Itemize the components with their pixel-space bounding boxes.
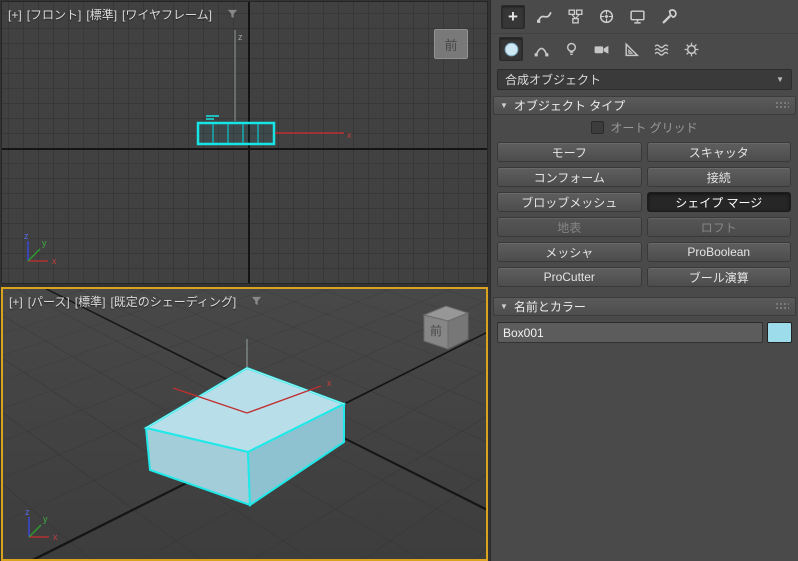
utilities-wrench-icon	[662, 9, 677, 24]
viewport-menu-shading[interactable]: [既定のシェーディング]	[110, 293, 236, 310]
viewport-menu-view[interactable]: [パース]	[28, 293, 70, 310]
category-helpers[interactable]	[619, 37, 643, 61]
autogrid-checkbox[interactable]	[591, 120, 605, 134]
camera-icon	[594, 45, 608, 54]
viewport-menu-plus[interactable]: [+]	[9, 295, 23, 309]
perspective-scene-overlay: x	[143, 339, 347, 507]
tab-motion[interactable]	[594, 5, 618, 29]
gizmo-x-label: x	[327, 378, 332, 388]
hierarchy-icon	[567, 9, 583, 24]
autogrid-label: オート グリッド	[610, 120, 698, 135]
display-monitor-icon	[629, 10, 645, 24]
viewport-menu-shading[interactable]: [ワイヤフレーム]	[122, 6, 212, 23]
viewport-menu-view[interactable]: [フロント]	[27, 6, 82, 23]
button-procutter[interactable]: ProCutter	[497, 267, 642, 287]
object-color-swatch[interactable]	[767, 322, 792, 343]
rollout-title: 名前とカラー	[513, 300, 586, 314]
viewport-menu-plus[interactable]: [+]	[8, 8, 22, 22]
front-axis-tripod: x z y	[24, 231, 57, 266]
3dsmax-window: z x [+] [フロント] [標準] [ワイヤフレーム] 前 x z y x …	[0, 0, 798, 561]
category-shapes[interactable]	[529, 37, 553, 61]
filter-funnel-icon[interactable]	[251, 296, 262, 307]
object-name-input[interactable]	[497, 322, 763, 343]
button-loft: ロフト	[646, 217, 791, 237]
light-bulb-icon	[566, 42, 576, 55]
viewport-menu-standard[interactable]: [標準]	[75, 293, 106, 310]
tab-utilities[interactable]	[656, 5, 680, 29]
space-warps-waves-icon	[654, 43, 668, 56]
gizmo-z-label: z	[238, 32, 243, 42]
tab-display[interactable]	[625, 5, 649, 29]
create-plus-icon: +	[508, 7, 518, 26]
button-conform[interactable]: コンフォーム	[497, 167, 642, 187]
perspective-viewport-menu: [+] [パース] [標準] [既定のシェーディング]	[9, 293, 262, 310]
tripod-y-label: y	[43, 514, 48, 524]
command-panel: + 合成オブジェクト ▼ ▼ オブジェクト タイプ オート グリッド モーフ ス…	[490, 0, 798, 561]
modify-curve-icon	[536, 11, 552, 23]
chevron-down-icon: ▼	[776, 75, 784, 84]
viewport-front[interactable]: z x [+] [フロント] [標準] [ワイヤフレーム] 前 x z y	[1, 1, 488, 284]
tripod-z-label: z	[25, 507, 30, 517]
rollout-title: オブジェクト タイプ	[513, 99, 626, 113]
rollout-grip-icon	[775, 302, 789, 311]
autogrid-row: オート グリッド	[491, 115, 798, 139]
viewcube-face-label: 前	[430, 323, 442, 338]
shapes-spline-icon	[534, 47, 548, 56]
rollout-name-color[interactable]: ▼ 名前とカラー	[493, 297, 796, 316]
rollout-object-type[interactable]: ▼ オブジェクト タイプ	[493, 96, 796, 115]
name-color-row	[491, 316, 798, 349]
front-viewport-menu: [+] [フロント] [標準] [ワイヤフレーム]	[8, 6, 238, 23]
category-space-warps[interactable]	[649, 37, 673, 61]
systems-gear-icon	[684, 42, 698, 56]
helpers-setsquare-icon	[624, 41, 639, 56]
tab-create[interactable]: +	[501, 4, 525, 29]
tripod-z-label: z	[24, 231, 29, 241]
button-connect[interactable]: 接続	[646, 167, 791, 187]
tripod-y-label: y	[42, 238, 47, 248]
geometry-sphere-icon	[504, 42, 518, 56]
viewport-menu-standard[interactable]: [標準]	[86, 6, 117, 23]
object-type-buttons: モーフ スキャッタ コンフォーム 接続 ブロッブメッシュ シェイプ マージ 地表…	[491, 139, 798, 295]
motion-wheel-icon	[599, 9, 613, 24]
front-wireframe-overlay: z x	[196, 30, 352, 146]
create-categories	[491, 34, 798, 64]
button-shapemerge[interactable]: シェイプ マージ	[646, 192, 791, 212]
object-category-dropdown[interactable]: 合成オブジェクト ▼	[497, 69, 792, 90]
category-lights[interactable]	[559, 37, 583, 61]
perspective-axis-tripod: x z y	[25, 507, 58, 542]
viewcube-front[interactable]: 前	[434, 29, 468, 59]
button-blobmesh[interactable]: ブロッブメッシュ	[497, 192, 642, 212]
button-boolean[interactable]: ブール演算	[646, 267, 791, 287]
selected-box-wireframe[interactable]	[196, 115, 276, 146]
viewcube-perspective[interactable]: 前	[415, 297, 477, 355]
tripod-x-label: x	[52, 256, 57, 266]
button-proboolean[interactable]: ProBoolean	[646, 242, 791, 262]
category-geometry[interactable]	[499, 37, 523, 61]
dropdown-value: 合成オブジェクト	[505, 73, 602, 87]
rollout-collapse-icon: ▼	[500, 302, 508, 311]
category-systems[interactable]	[679, 37, 703, 61]
tripod-x-label: x	[53, 532, 58, 542]
rollout-grip-icon	[775, 101, 789, 110]
tab-modify[interactable]	[532, 5, 556, 29]
button-mesher[interactable]: メッシャ	[497, 242, 642, 262]
panel-tabs: +	[491, 0, 798, 34]
tab-hierarchy[interactable]	[563, 5, 587, 29]
filter-funnel-icon[interactable]	[227, 9, 238, 20]
gizmo-x-label: x	[347, 130, 352, 140]
rollout-collapse-icon: ▼	[500, 101, 508, 110]
category-cameras[interactable]	[589, 37, 613, 61]
button-morph[interactable]: モーフ	[497, 142, 642, 162]
button-terrain: 地表	[497, 217, 642, 237]
viewport-perspective[interactable]: x [+] [パース] [標準] [既定のシェーディング] 前 x z y	[1, 287, 488, 561]
button-scatter[interactable]: スキャッタ	[646, 142, 791, 162]
